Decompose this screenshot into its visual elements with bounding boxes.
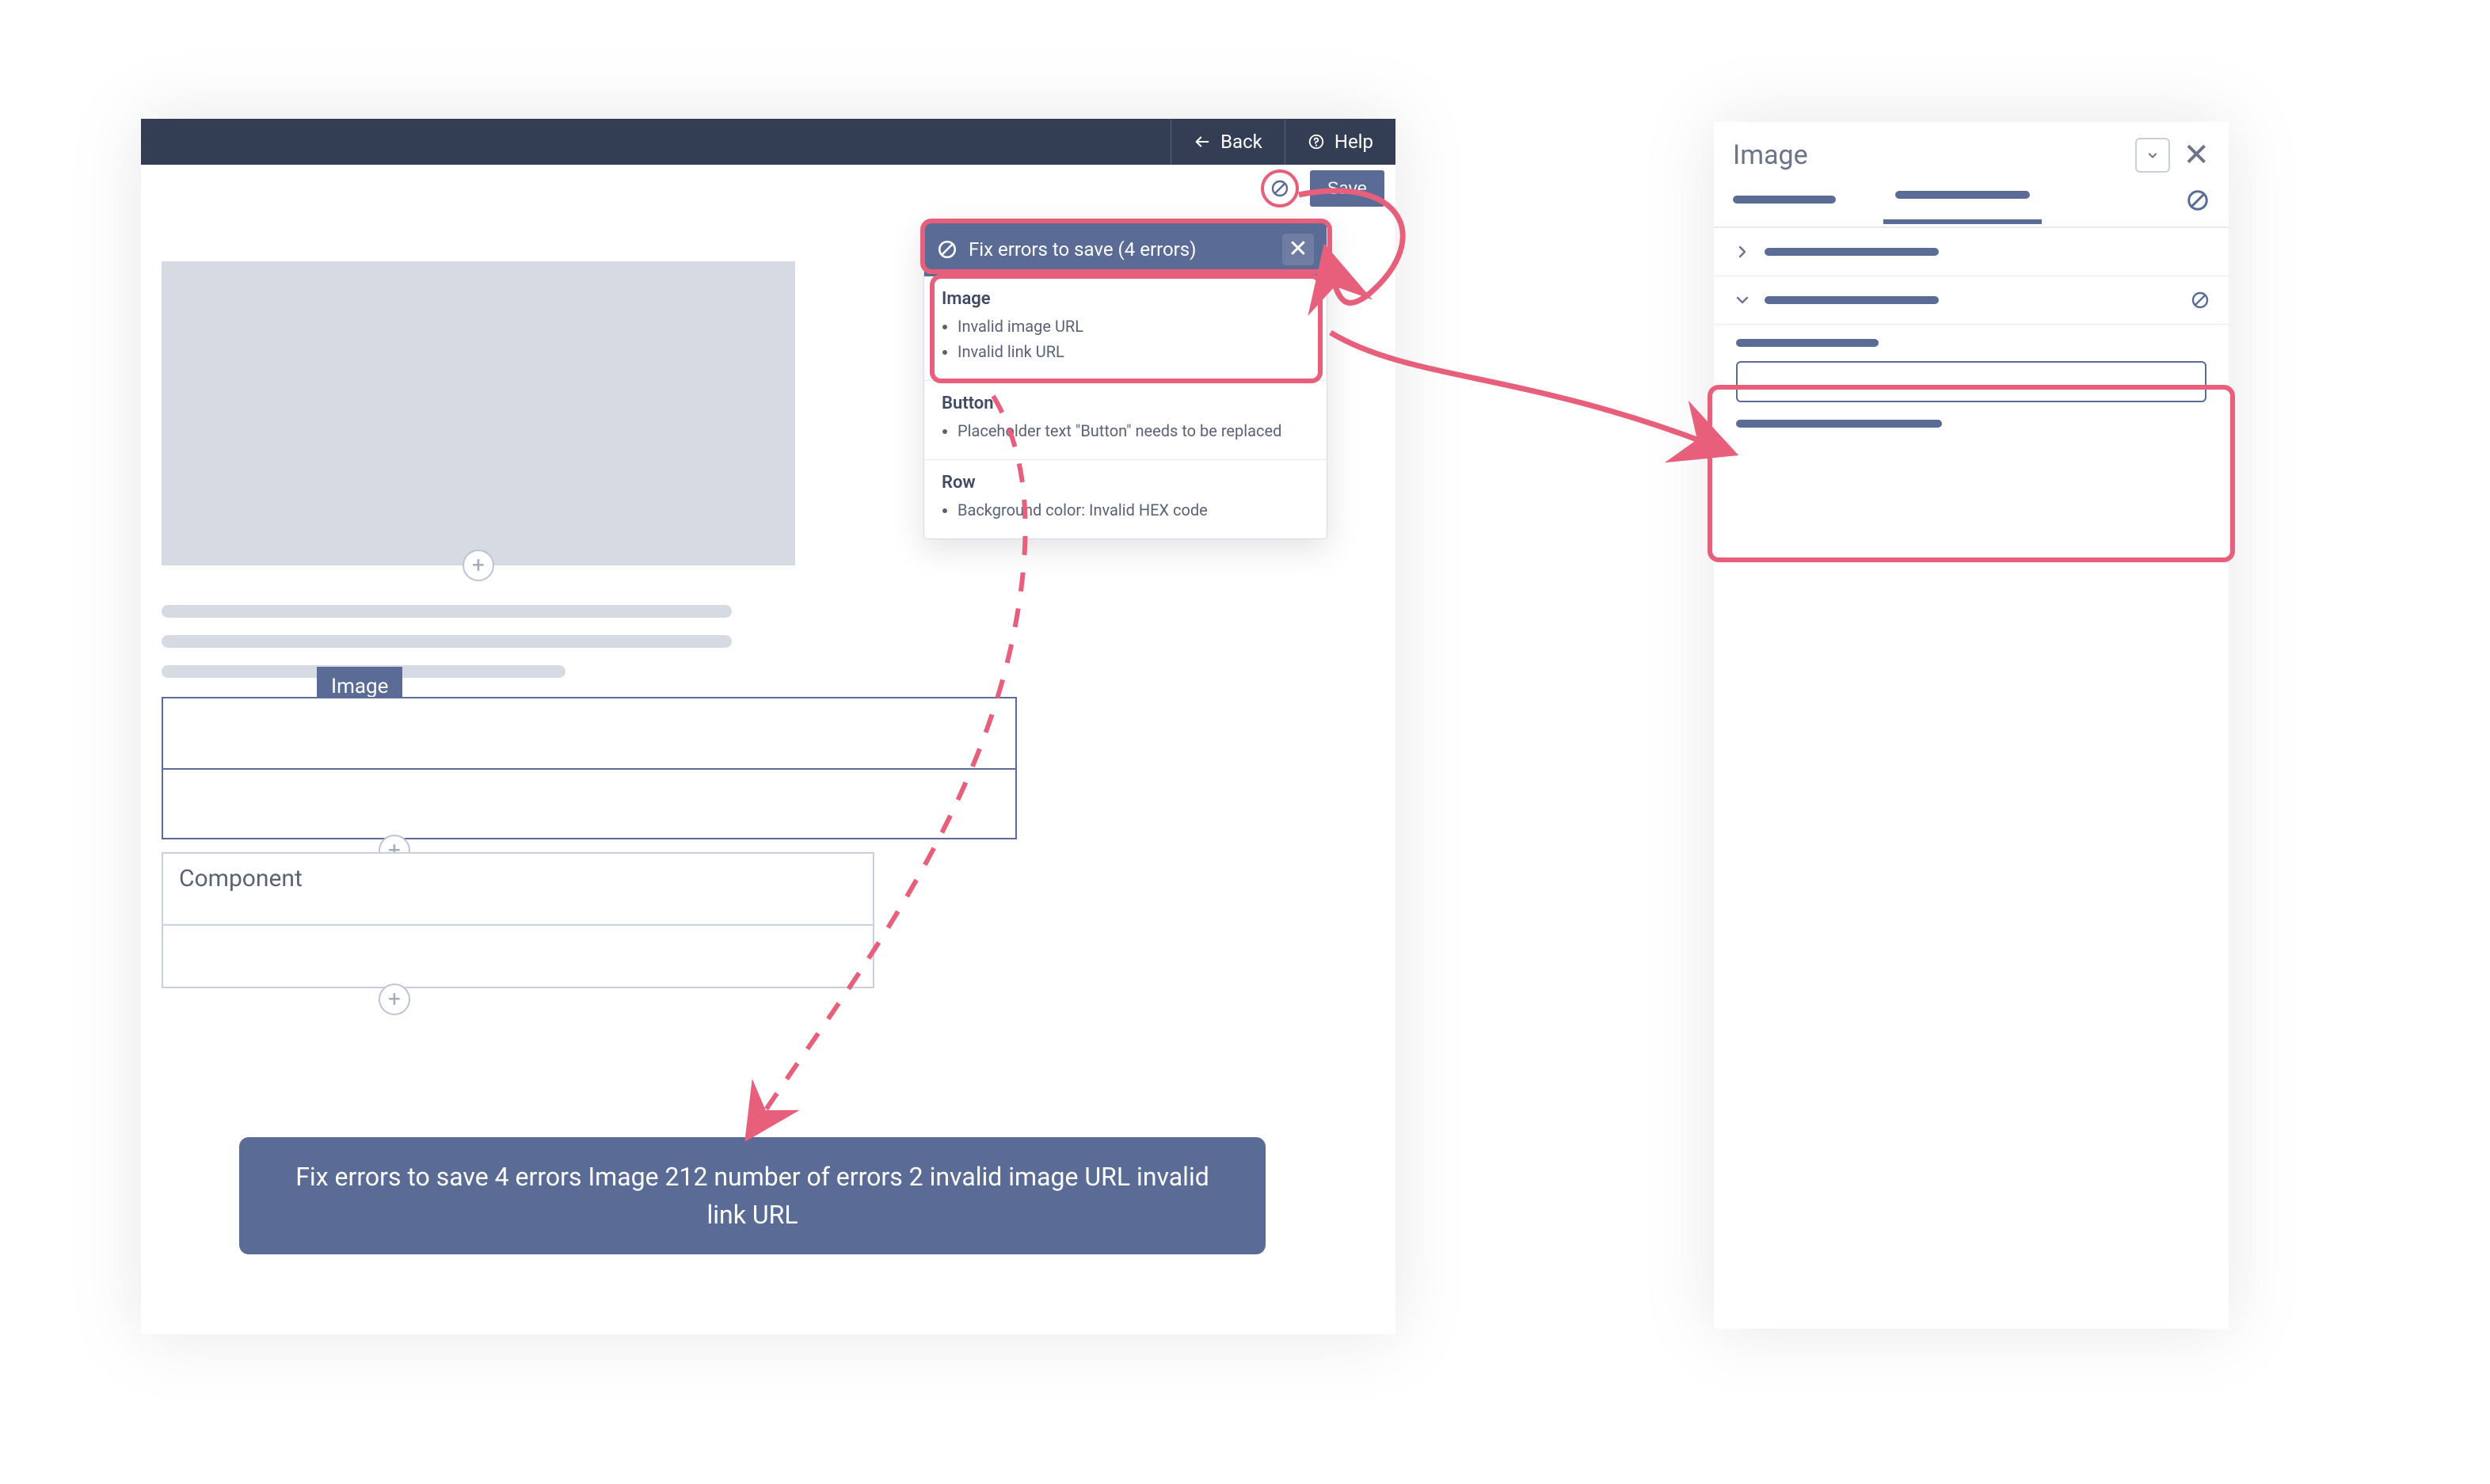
error-section-title: Button — [942, 394, 1309, 413]
save-row: Save — [141, 165, 1395, 212]
component-block-frame[interactable]: Component — [162, 852, 874, 988]
properties-title: Image — [1733, 139, 1808, 171]
error-item: Placeholder text "Button" needs to be re… — [958, 421, 1309, 440]
properties-header: Image ✕ — [1714, 138, 2229, 188]
save-button[interactable]: Save — [1310, 170, 1384, 207]
field-label-placeholder — [1736, 420, 1942, 428]
tab-label-placeholder — [1895, 191, 2030, 199]
property-field-group — [1714, 325, 2229, 442]
error-section-row[interactable]: Row Background color: Invalid HEX code — [924, 460, 1327, 538]
accordion-collapsed[interactable] — [1714, 228, 2229, 276]
placeholder-line — [162, 605, 732, 618]
close-panel-button[interactable]: ✕ — [2183, 139, 2210, 171]
prohibit-icon — [2186, 188, 2210, 212]
back-label: Back — [1220, 131, 1262, 153]
add-block-button[interactable] — [379, 984, 410, 1015]
close-icon: ✕ — [1288, 238, 1308, 261]
accordion-label-placeholder — [1765, 296, 1939, 304]
field-label-placeholder — [1736, 339, 1879, 347]
error-popover: Fix errors to save (4 errors) ✕ Image In… — [923, 222, 1327, 539]
component-label: Component — [179, 865, 303, 892]
accordion-open[interactable] — [1714, 276, 2229, 325]
back-button[interactable]: Back — [1171, 119, 1285, 165]
error-item: Invalid image URL — [958, 317, 1309, 336]
error-list: Placeholder text "Button" needs to be re… — [942, 421, 1309, 440]
placeholder-line — [162, 635, 732, 648]
error-item: Background color: Invalid HEX code — [958, 500, 1309, 519]
error-section-title: Image — [942, 289, 1309, 309]
arrow-left-icon — [1194, 133, 1211, 150]
add-block-button[interactable] — [463, 550, 494, 581]
error-list: Background color: Invalid HEX code — [942, 500, 1309, 519]
chevron-down-icon — [2145, 147, 2161, 163]
properties-dropdown[interactable] — [2135, 138, 2170, 173]
tab-1[interactable] — [1733, 196, 1836, 219]
accessibility-readout: Fix errors to save 4 errors Image 212 nu… — [239, 1137, 1266, 1254]
accordion-label-placeholder — [1765, 248, 1939, 256]
prohibit-icon — [937, 239, 958, 260]
error-popover-header: Fix errors to save (4 errors) ✕ — [924, 223, 1327, 276]
properties-panel: Image ✕ — [1714, 122, 2229, 1329]
image-placeholder[interactable] — [162, 261, 795, 565]
canvas-area — [162, 261, 795, 695]
tab-label-placeholder — [1733, 196, 1836, 204]
error-popover-title: Fix errors to save (4 errors) — [969, 238, 1197, 261]
error-section-title: Row — [942, 473, 1309, 493]
image-block-frame[interactable] — [162, 697, 1017, 839]
editor-topbar: Back Help — [141, 119, 1395, 165]
error-list: Invalid image URL Invalid link URL — [942, 317, 1309, 361]
error-item: Invalid link URL — [958, 342, 1309, 361]
help-label: Help — [1334, 131, 1373, 153]
properties-tabs — [1714, 188, 2229, 228]
close-button[interactable]: ✕ — [1282, 234, 1314, 265]
text-input[interactable] — [1736, 361, 2206, 402]
help-button[interactable]: Help — [1285, 119, 1395, 165]
tab-2-active[interactable] — [1883, 191, 2042, 224]
prohibit-icon — [2191, 291, 2210, 310]
error-indicator-badge[interactable] — [1261, 169, 1299, 207]
help-icon — [1308, 133, 1325, 150]
chevron-down-icon — [1733, 291, 1752, 310]
error-section-image[interactable]: Image Invalid image URL Invalid link URL — [924, 276, 1327, 381]
active-tab-underline — [1883, 219, 2042, 224]
text-placeholder — [162, 605, 795, 678]
prohibit-icon — [1270, 179, 1289, 198]
error-section-button[interactable]: Button Placeholder text "Button" needs t… — [924, 381, 1327, 460]
chevron-right-icon — [1733, 242, 1752, 261]
close-icon: ✕ — [2183, 136, 2210, 173]
